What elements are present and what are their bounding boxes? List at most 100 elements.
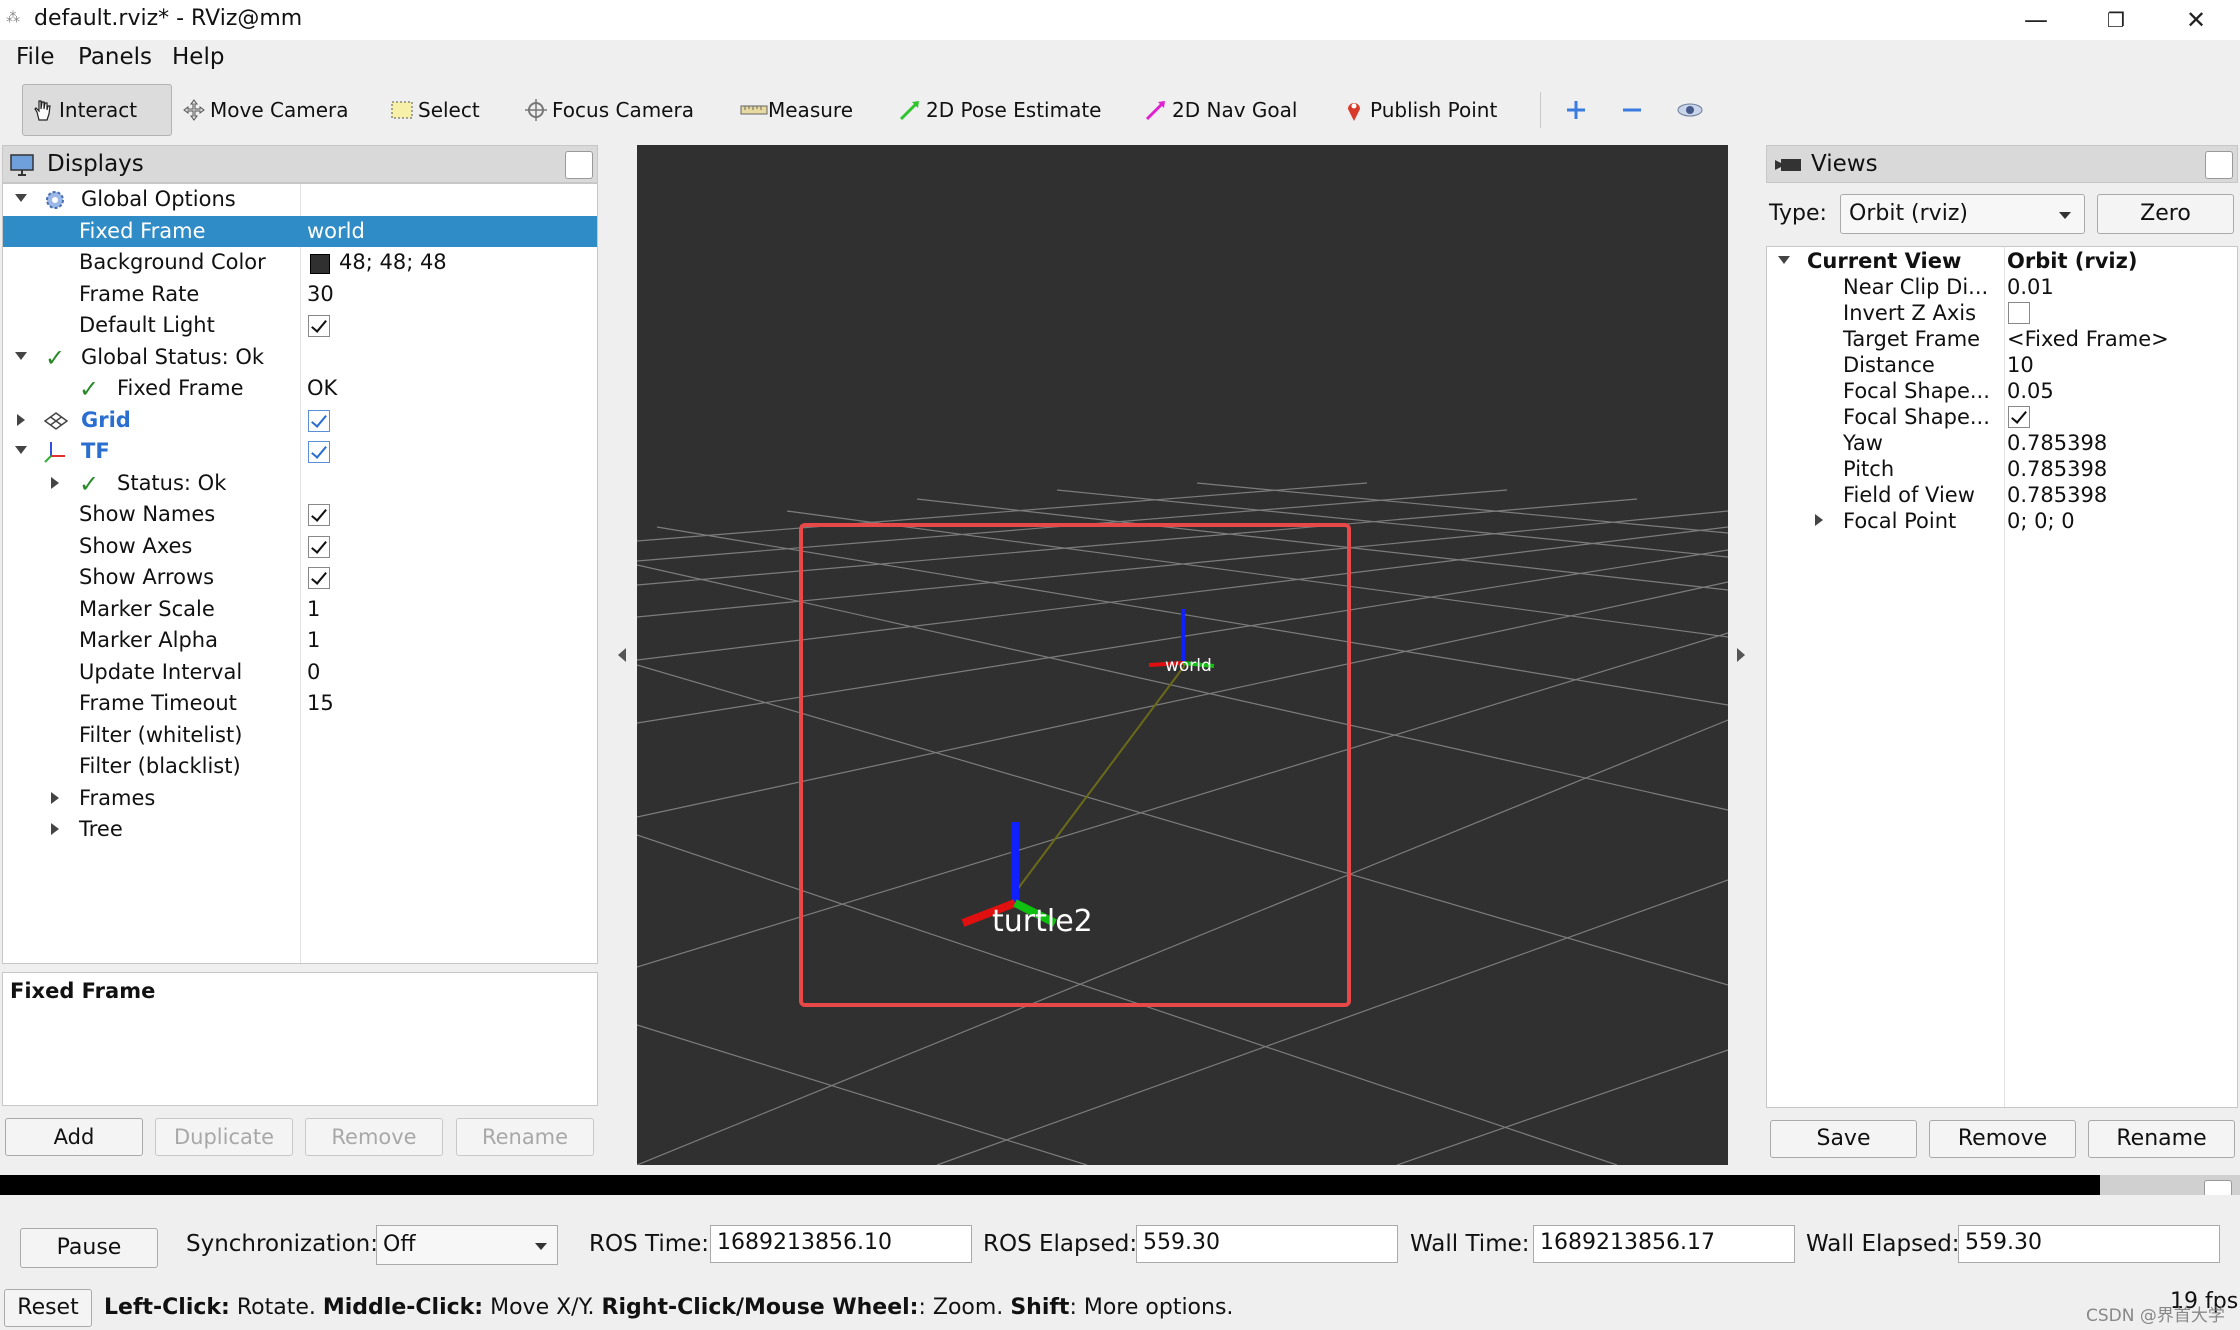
tree-row-frames[interactable]: Frames (3, 783, 597, 815)
remove-tool-button[interactable] (1612, 84, 1656, 136)
sync-dropdown[interactable]: Off (376, 1225, 558, 1265)
view-row-near-clip[interactable]: Near Clip Di... 0.01 (1767, 273, 2237, 299)
interact-tool[interactable]: Interact (22, 84, 172, 136)
frame-rate-value[interactable]: 30 (307, 282, 334, 306)
measure-tool[interactable]: Measure (732, 84, 861, 136)
add-display-button[interactable]: Add (5, 1118, 143, 1156)
views-float-button[interactable] (2205, 151, 2233, 179)
update-interval-value[interactable]: 0 (307, 660, 320, 684)
publish-point-tool[interactable]: Publish Point (1334, 84, 1505, 136)
pitch-value[interactable]: 0.785398 (2007, 457, 2107, 481)
view-row-current-view[interactable]: Current View Orbit (rviz) (1767, 247, 2237, 273)
wall-elapsed-field[interactable]: 559.30 (1958, 1225, 2220, 1263)
view-row-distance[interactable]: Distance 10 (1767, 351, 2237, 377)
focal-point-value[interactable]: 0; 0; 0 (2007, 509, 2075, 533)
view-row-yaw[interactable]: Yaw 0.785398 (1767, 429, 2237, 455)
expand-arrow-icon[interactable] (1778, 256, 1790, 264)
tree-row-fixed-frame[interactable]: Fixed Frame world (3, 215, 597, 247)
near-clip-value[interactable]: 0.01 (2007, 275, 2054, 299)
ros-time-field[interactable]: 1689213856.10 (710, 1225, 972, 1263)
menu-panels[interactable]: Panels (78, 44, 152, 70)
marker-alpha-value[interactable]: 1 (307, 628, 320, 652)
pause-button[interactable]: Pause (20, 1228, 158, 1268)
tree-row-marker-alpha[interactable]: Marker Alpha 1 (3, 625, 597, 657)
tree-row-tree[interactable]: Tree (3, 814, 597, 846)
tree-row-show-arrows[interactable]: Show Arrows (3, 562, 597, 594)
invert-z-checkbox[interactable] (2008, 302, 2030, 324)
close-button[interactable]: ✕ (2156, 2, 2236, 38)
select-tool[interactable]: Select (382, 84, 488, 136)
view-row-focal-shape-fixed[interactable]: Focal Shape... (1767, 403, 2237, 429)
show-names-checkbox[interactable] (308, 504, 330, 526)
show-axes-checkbox[interactable] (308, 535, 330, 558)
rename-view-button[interactable]: Rename (2088, 1120, 2235, 1158)
view-row-focal-shape-size[interactable]: Focal Shape... 0.05 (1767, 377, 2237, 403)
tree-row-filter-blacklist[interactable]: Filter (blacklist) (3, 751, 597, 783)
collapse-arrow-icon[interactable] (17, 413, 25, 426)
tree-row-marker-scale[interactable]: Marker Scale 1 (3, 594, 597, 626)
ros-elapsed-field[interactable]: 559.30 (1136, 1225, 1398, 1263)
rename-display-button[interactable]: Rename (456, 1118, 594, 1156)
expand-arrow-icon[interactable] (15, 446, 27, 454)
collapse-right-icon[interactable] (1737, 648, 1745, 662)
tree-row-frame-timeout[interactable]: Frame Timeout 15 (3, 688, 597, 720)
show-arrows-checkbox[interactable] (308, 567, 330, 589)
remove-view-button[interactable]: Remove (1929, 1120, 2076, 1158)
tree-row-show-names[interactable]: Show Names (3, 499, 597, 531)
focal-shape-size-value[interactable]: 0.05 (2007, 379, 2054, 403)
collapse-left-icon[interactable] (618, 648, 626, 662)
tree-row-show-axes[interactable]: Show Axes (3, 531, 597, 563)
collapse-arrow-icon[interactable] (51, 823, 59, 835)
tree-row-global-options[interactable]: Global Options (3, 184, 597, 216)
view-row-invert-z[interactable]: Invert Z Axis (1767, 299, 2237, 325)
collapse-arrow-icon[interactable] (51, 791, 59, 804)
marker-scale-value[interactable]: 1 (307, 597, 320, 621)
menu-help[interactable]: Help (172, 44, 224, 70)
duplicate-display-button[interactable]: Duplicate (155, 1118, 293, 1156)
minimize-button[interactable]: — (1996, 2, 2076, 38)
move-camera-tool[interactable]: Move Camera (174, 84, 356, 136)
displays-float-button[interactable] (565, 151, 593, 179)
tree-row-default-light[interactable]: Default Light (3, 310, 597, 342)
tree-row-grid[interactable]: Grid (3, 405, 597, 437)
restore-button[interactable]: ❐ (2076, 2, 2156, 38)
tree-row-background-color[interactable]: Background Color 48; 48; 48 (3, 247, 597, 279)
color-swatch[interactable] (310, 254, 330, 274)
tree-row-frame-rate[interactable]: Frame Rate 30 (3, 279, 597, 311)
view-type-dropdown[interactable]: Orbit (rviz) (1840, 194, 2085, 234)
pose-estimate-tool[interactable]: 2D Pose Estimate (890, 84, 1110, 136)
tf-enabled-checkbox[interactable] (308, 441, 330, 463)
remove-display-button[interactable]: Remove (305, 1118, 443, 1156)
distance-value[interactable]: 10 (2007, 353, 2034, 377)
tree-row-update-interval[interactable]: Update Interval 0 (3, 657, 597, 689)
view-row-target-frame[interactable]: Target Frame <Fixed Frame> (1767, 325, 2237, 351)
default-light-checkbox[interactable] (308, 315, 330, 337)
nav-goal-tool[interactable]: 2D Nav Goal (1136, 84, 1305, 136)
add-tool-button[interactable] (1556, 84, 1600, 136)
focus-camera-tool[interactable]: Focus Camera (516, 84, 702, 136)
collapse-arrow-icon[interactable] (51, 476, 59, 489)
wall-time-field[interactable]: 1689213856.17 (1533, 1225, 1795, 1263)
grid-enabled-checkbox[interactable] (308, 409, 330, 432)
tree-row-tf-status[interactable]: ✓ Status: Ok (3, 468, 597, 500)
collapse-arrow-icon[interactable] (1815, 514, 1823, 526)
fixed-frame-value[interactable]: world (307, 219, 365, 243)
menu-file[interactable]: File (16, 44, 55, 70)
view-row-focal-point[interactable]: Focal Point 0; 0; 0 (1767, 507, 2237, 533)
zero-view-button[interactable]: Zero (2097, 194, 2234, 234)
save-view-button[interactable]: Save (1770, 1120, 1917, 1158)
reset-button[interactable]: Reset (4, 1289, 92, 1327)
expand-arrow-icon[interactable] (15, 194, 27, 202)
tree-row-filter-whitelist[interactable]: Filter (whitelist) (3, 720, 597, 752)
yaw-value[interactable]: 0.785398 (2007, 431, 2107, 455)
tree-row-tf[interactable]: TF (3, 436, 597, 468)
frame-timeout-value[interactable]: 15 (307, 691, 334, 715)
render-viewport[interactable]: world turtle2 (637, 145, 1728, 1165)
field-of-view-value[interactable]: 0.785398 (2007, 483, 2107, 507)
focal-shape-checkbox[interactable] (2008, 406, 2030, 428)
view-row-pitch[interactable]: Pitch 0.785398 (1767, 455, 2237, 481)
target-frame-value[interactable]: <Fixed Frame> (2007, 327, 2169, 351)
tree-row-fixed-frame-status[interactable]: ✓ Fixed Frame OK (3, 373, 597, 405)
tree-row-global-status[interactable]: ✓ Global Status: Ok (3, 342, 597, 374)
expand-arrow-icon[interactable] (15, 351, 27, 360)
